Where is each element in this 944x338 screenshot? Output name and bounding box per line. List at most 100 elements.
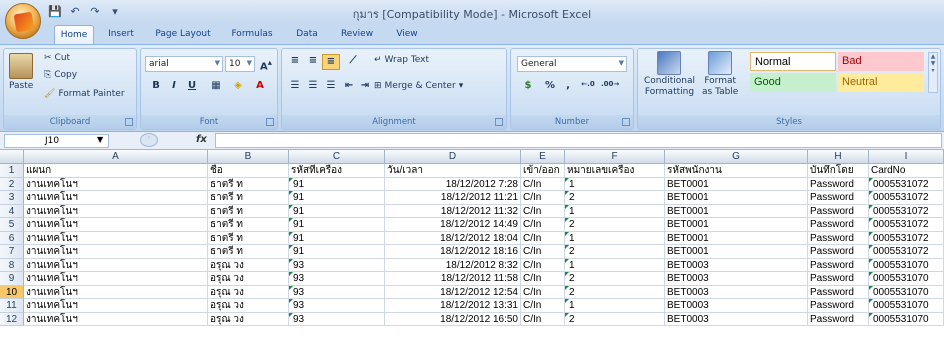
table-cell[interactable]: 0005531070 (869, 258, 944, 272)
table-cell[interactable]: 93 (289, 299, 385, 313)
table-cell[interactable]: 18/12/2012 18:04 (385, 231, 521, 245)
table-cell[interactable]: 0005531070 (869, 285, 944, 299)
row-header[interactable]: 9 (0, 272, 24, 286)
align-top-icon[interactable]: ≡ (286, 54, 304, 70)
table-cell[interactable]: 0005531072 (869, 204, 944, 218)
table-cell[interactable]: C/In (521, 218, 565, 232)
header-cell[interactable]: ชื่อ (208, 164, 289, 178)
table-cell[interactable]: 1 (565, 299, 665, 313)
table-cell[interactable]: 91 (289, 177, 385, 191)
table-cell[interactable]: Password (808, 191, 869, 205)
table-cell[interactable]: BET0001 (665, 177, 808, 191)
increase-indent-icon[interactable]: ⇥ (356, 79, 374, 95)
table-cell[interactable]: งานเทคโนฯ (24, 218, 208, 232)
table-cell[interactable]: 2 (565, 218, 665, 232)
font-size-combo[interactable]: 10 ▼ (225, 56, 255, 72)
table-cell[interactable]: 0005531072 (869, 245, 944, 259)
row-header[interactable]: 6 (0, 231, 24, 245)
table-cell[interactable]: BET0003 (665, 312, 808, 326)
table-cell[interactable]: BET0001 (665, 218, 808, 232)
header-cell[interactable]: เข้า/ออก (521, 164, 565, 178)
table-cell[interactable]: BET0003 (665, 299, 808, 313)
table-cell[interactable]: C/In (521, 312, 565, 326)
name-box-dropdown-icon[interactable]: ▼ (97, 135, 103, 144)
table-cell[interactable]: C/In (521, 272, 565, 286)
number-format-combo[interactable]: General ▼ (517, 56, 627, 72)
style-bad[interactable]: Bad (838, 52, 924, 71)
table-cell[interactable]: BET0003 (665, 285, 808, 299)
formula-input[interactable] (215, 133, 942, 148)
table-cell[interactable]: 18/12/2012 14:49 (385, 218, 521, 232)
name-box[interactable]: J10 (4, 134, 109, 148)
table-cell[interactable]: งานเทคโนฯ (24, 177, 208, 191)
column-header-c[interactable]: C (289, 150, 385, 164)
tab-insert[interactable]: Insert (100, 25, 142, 44)
table-cell[interactable]: ธาตรี ท (208, 191, 289, 205)
tab-formulas[interactable]: Formulas (226, 25, 278, 44)
column-header-b[interactable]: B (208, 150, 289, 164)
align-right-icon[interactable]: ☰ (322, 79, 340, 95)
table-cell[interactable]: งานเทคโนฯ (24, 285, 208, 299)
table-cell[interactable]: Password (808, 285, 869, 299)
font-name-combo[interactable]: arial ▼ (145, 56, 223, 72)
table-cell[interactable]: C/In (521, 285, 565, 299)
table-cell[interactable]: 18/12/2012 11:32 (385, 204, 521, 218)
table-cell[interactable]: 93 (289, 272, 385, 286)
align-middle-icon[interactable]: ≡ (304, 54, 322, 70)
number-launcher-icon[interactable] (622, 118, 630, 126)
table-cell[interactable]: 91 (289, 191, 385, 205)
table-cell[interactable]: 2 (565, 272, 665, 286)
table-cell[interactable]: ธาตรี ท (208, 231, 289, 245)
table-cell[interactable]: 2 (565, 285, 665, 299)
table-cell[interactable]: ธาตรี ท (208, 204, 289, 218)
table-cell[interactable]: 93 (289, 312, 385, 326)
table-cell[interactable]: BET0003 (665, 258, 808, 272)
row-header[interactable]: 7 (0, 245, 24, 259)
table-cell[interactable]: 0005531070 (869, 299, 944, 313)
clipboard-launcher-icon[interactable] (125, 118, 133, 126)
table-cell[interactable]: 0005531072 (869, 191, 944, 205)
table-cell[interactable]: C/In (521, 231, 565, 245)
underline-button[interactable]: U (183, 79, 201, 95)
table-cell[interactable]: งานเทคโนฯ (24, 299, 208, 313)
table-cell[interactable]: 18/12/2012 11:58 (385, 272, 521, 286)
align-left-icon[interactable]: ☰ (286, 79, 304, 95)
header-cell[interactable]: รหัสที่เครื่อง (289, 164, 385, 178)
table-cell[interactable]: ธาตรี ท (208, 245, 289, 259)
row-header[interactable]: 1 (0, 164, 24, 178)
row-header[interactable]: 8 (0, 258, 24, 272)
table-cell[interactable]: อรุณ วง (208, 272, 289, 286)
table-cell[interactable]: C/In (521, 245, 565, 259)
table-cell[interactable]: 91 (289, 218, 385, 232)
table-cell[interactable]: งานเทคโนฯ (24, 245, 208, 259)
orientation-icon[interactable]: ⟋ (344, 54, 362, 70)
table-cell[interactable]: 0005531072 (869, 177, 944, 191)
header-cell[interactable]: CardNo (869, 164, 944, 178)
paste-button[interactable]: Paste (9, 53, 33, 91)
table-cell[interactable]: 0005531072 (869, 231, 944, 245)
row-header[interactable]: 12 (0, 312, 24, 326)
table-cell[interactable]: งานเทคโนฯ (24, 312, 208, 326)
align-bottom-icon[interactable]: ≡ (322, 54, 340, 70)
italic-button[interactable]: I (165, 79, 183, 95)
table-cell[interactable]: อรุณ วง (208, 312, 289, 326)
header-cell[interactable]: แผนก (24, 164, 208, 178)
table-cell[interactable]: 91 (289, 231, 385, 245)
borders-icon[interactable]: ▦ (207, 79, 225, 95)
cut-button[interactable]: ✂ Cut (44, 53, 70, 63)
conditional-formatting-button[interactable]: Conditional Formatting (644, 51, 695, 97)
table-cell[interactable]: 18/12/2012 18:16 (385, 245, 521, 259)
font-color-icon[interactable]: A (251, 79, 269, 95)
font-launcher-icon[interactable] (266, 118, 274, 126)
table-cell[interactable]: BET0003 (665, 272, 808, 286)
table-cell[interactable]: 18/12/2012 11:21 (385, 191, 521, 205)
style-neutral[interactable]: Neutral (838, 73, 924, 92)
table-cell[interactable]: 91 (289, 204, 385, 218)
table-cell[interactable]: 2 (565, 245, 665, 259)
table-cell[interactable]: 0005531072 (869, 218, 944, 232)
styles-scroll[interactable]: ▲ ▼ ▾ (928, 52, 938, 93)
column-header-g[interactable]: G (665, 150, 808, 164)
row-header[interactable]: 10 (0, 285, 24, 299)
table-cell[interactable]: งานเทคโนฯ (24, 272, 208, 286)
table-cell[interactable]: Password (808, 258, 869, 272)
